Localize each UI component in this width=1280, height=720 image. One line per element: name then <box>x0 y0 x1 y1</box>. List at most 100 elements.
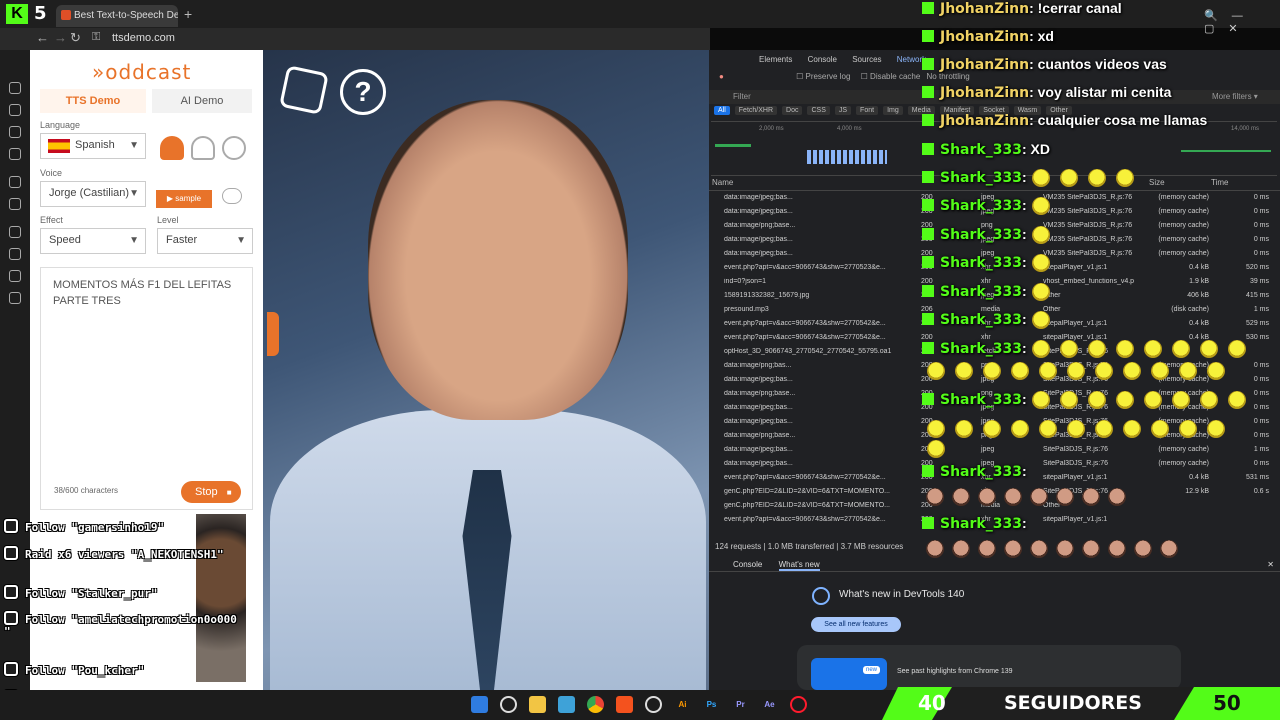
kick-badge-icon <box>922 465 934 477</box>
browser-tab[interactable]: Best Text-to-Speech Dem <box>56 5 178 27</box>
request-initiator: VM235 SitePal3DJS_R.js:76 <box>1043 250 1133 257</box>
chat-username[interactable]: Shark_333 <box>940 392 1022 408</box>
gallery-icon[interactable] <box>9 126 21 138</box>
photoshop-icon[interactable]: Ps <box>703 696 720 713</box>
chat-username[interactable]: Shark_333 <box>940 198 1022 214</box>
voice-select[interactable]: Jorge (Castilian) ▼ <box>40 181 146 207</box>
brave-icon[interactable] <box>616 696 633 713</box>
tab-console[interactable]: Console <box>808 55 837 64</box>
filter-css[interactable]: CSS <box>807 106 830 115</box>
twitch-icon[interactable] <box>9 198 21 210</box>
column-time[interactable]: Time <box>1211 178 1228 187</box>
new-tab-button[interactable]: + <box>184 6 192 22</box>
people-icon[interactable] <box>160 136 184 160</box>
drawer-tab-whats-new[interactable]: What's new <box>778 560 820 571</box>
collapse-panel-button[interactable] <box>267 312 279 356</box>
chat-username[interactable]: JhohanZinn <box>940 1 1029 17</box>
chat-message: Shark_333: <box>922 515 1027 537</box>
help-icon[interactable]: ? <box>340 69 386 115</box>
photos-icon[interactable] <box>558 696 575 713</box>
emote-icon <box>1199 391 1218 410</box>
emote-icon <box>1039 420 1057 439</box>
clock-icon[interactable] <box>9 248 21 260</box>
tab-tts-demo[interactable]: TTS Demo <box>40 89 146 113</box>
chat-username[interactable]: Shark_333 <box>940 255 1022 271</box>
window-controls[interactable]: 🔍—▢✕ <box>1204 9 1280 35</box>
preserve-log-checkbox[interactable]: ☐ Preserve log <box>796 72 850 81</box>
kick-badge-icon <box>922 256 934 268</box>
request-size: (disk cache) <box>1171 306 1209 313</box>
timeline-mark: 4,000 ms <box>837 126 862 132</box>
chat-username[interactable]: Shark_333 <box>940 312 1022 328</box>
emote-icon <box>1031 340 1050 359</box>
forward-icon[interactable]: → <box>54 30 67 45</box>
illustrator-icon[interactable]: Ai <box>674 696 691 713</box>
disable-cache-checkbox[interactable]: ☐ Disable cache <box>861 72 921 81</box>
column-size[interactable]: Size <box>1149 178 1165 187</box>
emote-icon <box>952 540 970 559</box>
back-icon[interactable]: ← <box>36 30 49 45</box>
opera-icon[interactable] <box>790 696 807 713</box>
kick-icon[interactable] <box>9 176 21 188</box>
creature-icon[interactable] <box>222 136 246 160</box>
filter-fetch-xhr[interactable]: Fetch/XHR <box>734 106 778 115</box>
history-icon[interactable] <box>9 82 21 94</box>
alert-text: Follow "ameliatechpromotion0o000 " <box>4 613 237 638</box>
more-filters-button[interactable]: More filters ▾ <box>1212 90 1258 104</box>
chrome-icon[interactable] <box>587 696 604 713</box>
chat-username[interactable]: JhohanZinn <box>940 57 1029 73</box>
premiere-icon[interactable]: Pr <box>732 696 749 713</box>
chat-username[interactable]: Shark_333 <box>940 170 1022 186</box>
address-bar <box>0 28 710 50</box>
table-row[interactable]: data:image/jpeg;bas...200jpegSitePal3DJS… <box>709 446 1280 460</box>
site-info-icon[interactable]: ⚿ <box>92 31 100 44</box>
chat-username[interactable]: Shark_333 <box>940 464 1022 480</box>
column-name[interactable]: Name <box>712 178 733 187</box>
api-icon[interactable] <box>222 188 242 204</box>
tab-ai-demo[interactable]: AI Demo <box>152 89 252 113</box>
record-icon[interactable]: ● <box>719 72 724 81</box>
close-icon[interactable]: ✕ <box>1267 558 1274 572</box>
kick-badge-icon <box>922 86 934 98</box>
chat-username[interactable]: JhohanZinn <box>940 113 1029 129</box>
messenger-icon[interactable] <box>9 148 21 160</box>
reload-icon[interactable]: ↻ <box>70 30 81 46</box>
bookmark-icon[interactable] <box>9 104 21 116</box>
file-explorer-icon[interactable] <box>529 696 546 713</box>
request-time: 0 ms <box>1253 208 1269 215</box>
effect-select[interactable]: Speed ▼ <box>40 228 146 254</box>
chat-username[interactable]: Shark_333 <box>940 516 1022 532</box>
alert-text: Follow "Pou_kcher" <box>25 664 145 677</box>
chat-username[interactable]: JhohanZinn <box>940 85 1029 101</box>
windows-start-icon[interactable] <box>471 696 488 713</box>
after-effects-icon[interactable]: Ae <box>761 696 778 713</box>
chat-username[interactable]: Shark_333 <box>940 142 1022 158</box>
stop-button[interactable]: Stop ■ <box>181 481 241 503</box>
filter-img[interactable]: Img <box>883 106 903 115</box>
filter-font[interactable]: Font <box>856 106 879 115</box>
filter-js[interactable]: JS <box>834 106 852 115</box>
chat-username[interactable]: Shark_333 <box>940 227 1022 243</box>
chat-username[interactable]: JhohanZinn <box>940 29 1029 45</box>
player-icon[interactable] <box>9 226 21 238</box>
obs-icon[interactable] <box>645 696 662 713</box>
filter-all[interactable]: All <box>714 106 730 115</box>
sample-button[interactable]: ▶ sample <box>156 190 212 208</box>
settings-icon[interactable] <box>9 292 21 304</box>
extensions-icon[interactable] <box>9 270 21 282</box>
filter-doc[interactable]: Doc <box>782 106 803 115</box>
chat-username[interactable]: Shark_333 <box>940 341 1022 357</box>
chat-username[interactable]: Shark_333 <box>940 284 1022 300</box>
see-all-features-button[interactable]: See all new features <box>811 617 901 632</box>
level-select[interactable]: Faster ▼ <box>157 228 253 254</box>
emote-icon <box>1011 362 1029 381</box>
url-text[interactable]: ttsdemo.com <box>112 32 175 44</box>
tab-sources[interactable]: Sources <box>852 55 881 64</box>
drawer-tab-console[interactable]: Console <box>733 560 762 569</box>
emote-icon <box>927 362 945 381</box>
dice-icon[interactable] <box>279 65 329 115</box>
avatar-icon[interactable] <box>191 136 215 160</box>
tab-elements[interactable]: Elements <box>759 55 792 64</box>
search-icon[interactable] <box>500 696 517 713</box>
tts-text-input[interactable]: MOMENTOS MÁS F1 DEL LEFITAS PARTE TRES <box>40 267 253 510</box>
